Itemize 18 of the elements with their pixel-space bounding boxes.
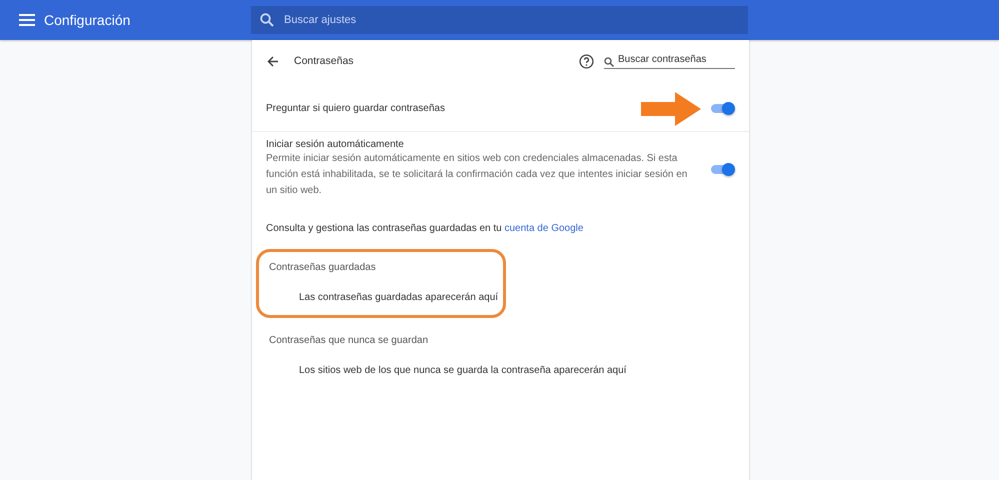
help-icon[interactable] (579, 54, 594, 68)
section-title: Contraseñas que nunca se guardan (269, 335, 430, 346)
search-field[interactable]: Buscar ajustes (251, 6, 748, 34)
setting-description: Permite iniciar sesión automáticamente en sitios web con credenciales almacenadas. Si esta función está inhabilitada, se te solicitará la confirmación cada vez que intentes iniciar sesión en un sitio web. (266, 152, 688, 198)
page-title: Contraseñas (294, 55, 354, 67)
setting-label: Iniciar sesión automáticamente (266, 139, 405, 150)
app-title: Configuración (44, 12, 130, 28)
back-arrow-icon[interactable] (267, 56, 279, 66)
empty-message: Las contraseñas guardadas aparecerán aquí (299, 292, 498, 303)
menu-icon[interactable] (19, 14, 35, 26)
empty-message: Los sitios web de los que nunca se guarda la contraseña aparecerán aquí (299, 365, 626, 376)
account-link[interactable]: cuenta de Google (504, 223, 584, 234)
account-note: Consulta y gestiona las contraseñas guardadas en tu cuenta de Google (265, 222, 584, 236)
search-field[interactable]: Buscar contraseñas (604, 54, 735, 68)
toggle-switch[interactable] (711, 164, 733, 174)
section-title: Contraseñas guardadas (269, 262, 377, 273)
setting-label: Preguntar si quiero guardar contraseñas (266, 103, 446, 114)
toggle-switch[interactable] (711, 104, 733, 113)
